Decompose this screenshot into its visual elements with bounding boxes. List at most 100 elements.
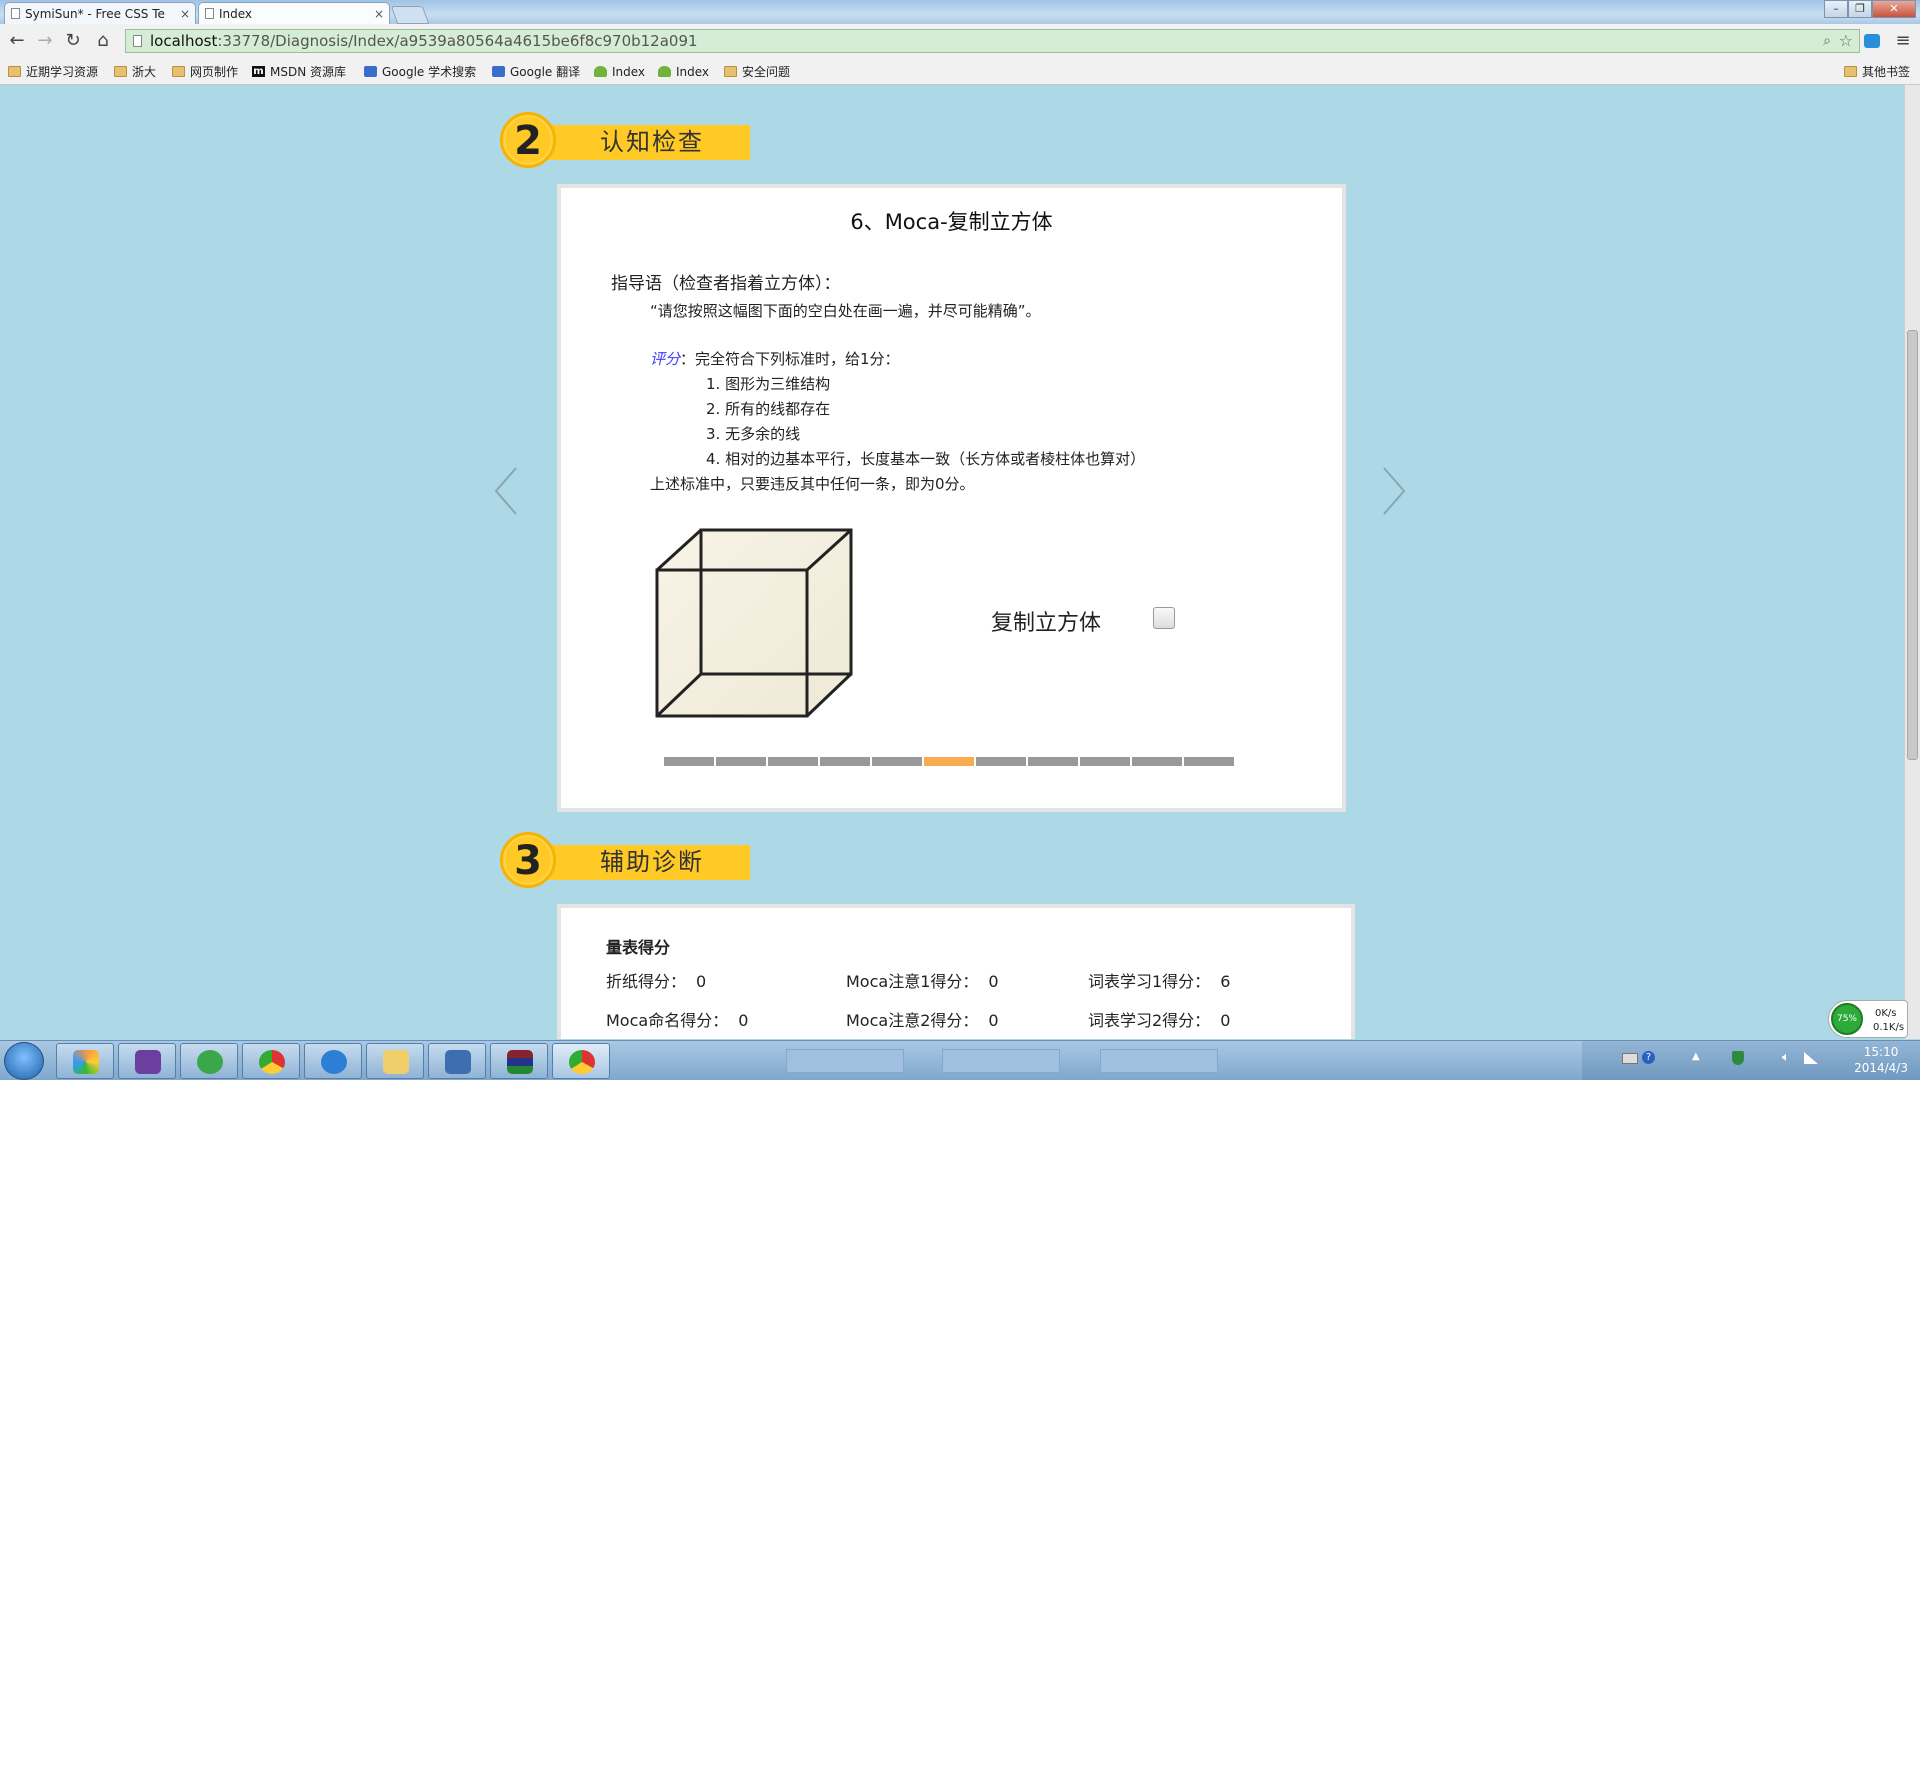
copy-cube-checkbox[interactable]: [1153, 607, 1175, 629]
show-hidden-icons-icon[interactable]: ▲: [1692, 1051, 1700, 1062]
bookmark-folder[interactable]: 安全问题: [724, 63, 790, 81]
menu-icon[interactable]: ≡: [1892, 30, 1914, 52]
progress-segment[interactable]: [1080, 757, 1130, 766]
other-bookmarks[interactable]: 其他书签: [1844, 63, 1910, 81]
close-icon[interactable]: ×: [374, 3, 384, 24]
extension-icon[interactable]: [1864, 34, 1880, 48]
bookmark-link[interactable]: Index: [658, 63, 709, 81]
score-value: 0: [1220, 1011, 1231, 1030]
bookmark-folder[interactable]: 近期学习资源: [8, 63, 98, 81]
green-browser-icon: [197, 1050, 223, 1074]
bookmark-link[interactable]: m MSDN 资源库: [252, 63, 346, 81]
chevron-right-icon[interactable]: [1378, 466, 1408, 516]
taskbar-app[interactable]: [428, 1043, 486, 1079]
progress-segment[interactable]: [820, 757, 870, 766]
vertical-scrollbar[interactable]: [1904, 85, 1920, 1039]
home-icon[interactable]: ⌂: [92, 30, 114, 52]
volume-icon[interactable]: 🔈︎: [1782, 1050, 1790, 1065]
bookmark-folder[interactable]: 浙大: [114, 63, 156, 81]
help-icon[interactable]: ?: [1642, 1051, 1655, 1064]
score-item: Moca注意1得分： 0: [846, 968, 999, 992]
progress-segment[interactable]: [1184, 757, 1234, 766]
chrome-icon: [569, 1050, 595, 1074]
progress-segment[interactable]: [716, 757, 766, 766]
taskbar-toolbar-box[interactable]: [1100, 1049, 1218, 1073]
section-number: 2: [500, 112, 556, 168]
taskbar-app[interactable]: [366, 1043, 424, 1079]
bookmark-label: 安全问题: [742, 65, 791, 79]
progress-segment[interactable]: [872, 757, 922, 766]
score-item: 词表学习2得分： 0: [1088, 1007, 1230, 1031]
progress-segment[interactable]: [664, 757, 714, 766]
criterion-item: 1. 图形为三维结构: [706, 373, 830, 394]
bookmark-folder[interactable]: 网页制作: [172, 63, 238, 81]
system-clock[interactable]: 15:10 2014/4/3: [1854, 1044, 1908, 1076]
close-window-button[interactable]: ✕: [1872, 0, 1916, 18]
bookmark-label: Google 翻译: [510, 65, 581, 79]
criterion-item: 2. 所有的线都存在: [706, 398, 830, 419]
book-app-icon: [445, 1050, 471, 1074]
section-title: 认知检查: [600, 128, 704, 156]
folder-icon: [172, 66, 185, 77]
close-icon[interactable]: ×: [180, 3, 190, 24]
chevron-left-icon[interactable]: [492, 466, 522, 516]
forward-arrow-icon[interactable]: →: [34, 30, 56, 52]
folder-icon: [114, 66, 127, 77]
address-bar[interactable]: localhost:33778/Diagnosis/Index/a9539a80…: [125, 29, 1860, 53]
search-icon[interactable]: ⌕: [1823, 30, 1831, 52]
taskbar-toolbar-box[interactable]: [786, 1049, 904, 1073]
score-label: Moca命名得分：: [606, 1011, 729, 1030]
page-icon: [133, 35, 142, 47]
bookmarks-bar: 近期学习资源 浙大 网页制作 m MSDN 资源库 Google 学术搜索 Goo…: [0, 60, 1920, 85]
keyboard-icon[interactable]: [1622, 1053, 1638, 1064]
criterion-number: 3.: [706, 425, 721, 443]
tab-label: Index: [219, 7, 253, 21]
taskbar-app[interactable]: [118, 1043, 176, 1079]
score-item: Moca命名得分： 0: [606, 1007, 748, 1031]
score-label: 词表学习1得分：: [1088, 972, 1211, 991]
restore-button[interactable]: ❐: [1848, 0, 1872, 18]
bookmark-link[interactable]: Google 翻译: [492, 63, 580, 81]
score-value: 0: [738, 1011, 749, 1030]
criterion-text: 相对的边基本平行，长度基本一致（长方体或者棱柱体也算对）: [725, 450, 1146, 468]
scrollbar-thumb[interactable]: [1907, 330, 1918, 760]
back-arrow-icon[interactable]: ←: [6, 30, 28, 52]
scores-heading: 量表得分: [606, 938, 671, 957]
reload-icon[interactable]: ↻: [62, 30, 84, 52]
colorful-app-icon: [73, 1050, 99, 1074]
taskbar-app[interactable]: [56, 1043, 114, 1079]
visual-studio-icon: [135, 1050, 161, 1074]
score-label: Moca注意1得分：: [846, 972, 979, 991]
question-progress: [664, 757, 1234, 767]
progress-segment[interactable]: [976, 757, 1026, 766]
progress-segment[interactable]: [768, 757, 818, 766]
section-title: 辅助诊断: [600, 848, 704, 876]
taskbar-app[interactable]: [242, 1043, 300, 1079]
progress-segment[interactable]: [1028, 757, 1078, 766]
start-button[interactable]: [4, 1042, 44, 1080]
folder-icon: [1844, 66, 1857, 77]
taskbar-app[interactable]: [304, 1043, 362, 1079]
bookmark-label: 其他书签: [1862, 65, 1911, 79]
chrome-icon: [259, 1050, 285, 1074]
tab-symisun[interactable]: SymiSun* - Free CSS Te ×: [4, 2, 196, 24]
shield-icon[interactable]: [1732, 1051, 1744, 1065]
progress-segment[interactable]: [924, 757, 974, 766]
bookmark-link[interactable]: Index: [594, 63, 645, 81]
cube-drawing: [655, 528, 853, 718]
tab-index[interactable]: Index ×: [198, 2, 390, 24]
taskbar-app[interactable]: [490, 1043, 548, 1079]
screen: SymiSun* - Free CSS Te × Index × – ❐ ✕ ←…: [0, 0, 1920, 1080]
taskbar-toolbar-box[interactable]: [942, 1049, 1060, 1073]
network-signal-icon[interactable]: [1804, 1052, 1818, 1064]
minimize-button[interactable]: –: [1824, 0, 1848, 18]
taskbar-app[interactable]: [552, 1043, 610, 1079]
msdn-icon: m: [252, 66, 265, 77]
score-value: 0: [696, 972, 707, 991]
network-monitor-widget[interactable]: 75% 0K/s 0.1K/s: [1828, 1000, 1908, 1038]
progress-segment[interactable]: [1132, 757, 1182, 766]
new-tab-button[interactable]: [390, 6, 430, 24]
bookmark-link[interactable]: Google 学术搜索: [364, 63, 476, 81]
taskbar-app[interactable]: [180, 1043, 238, 1079]
star-icon[interactable]: ☆: [1839, 30, 1853, 52]
